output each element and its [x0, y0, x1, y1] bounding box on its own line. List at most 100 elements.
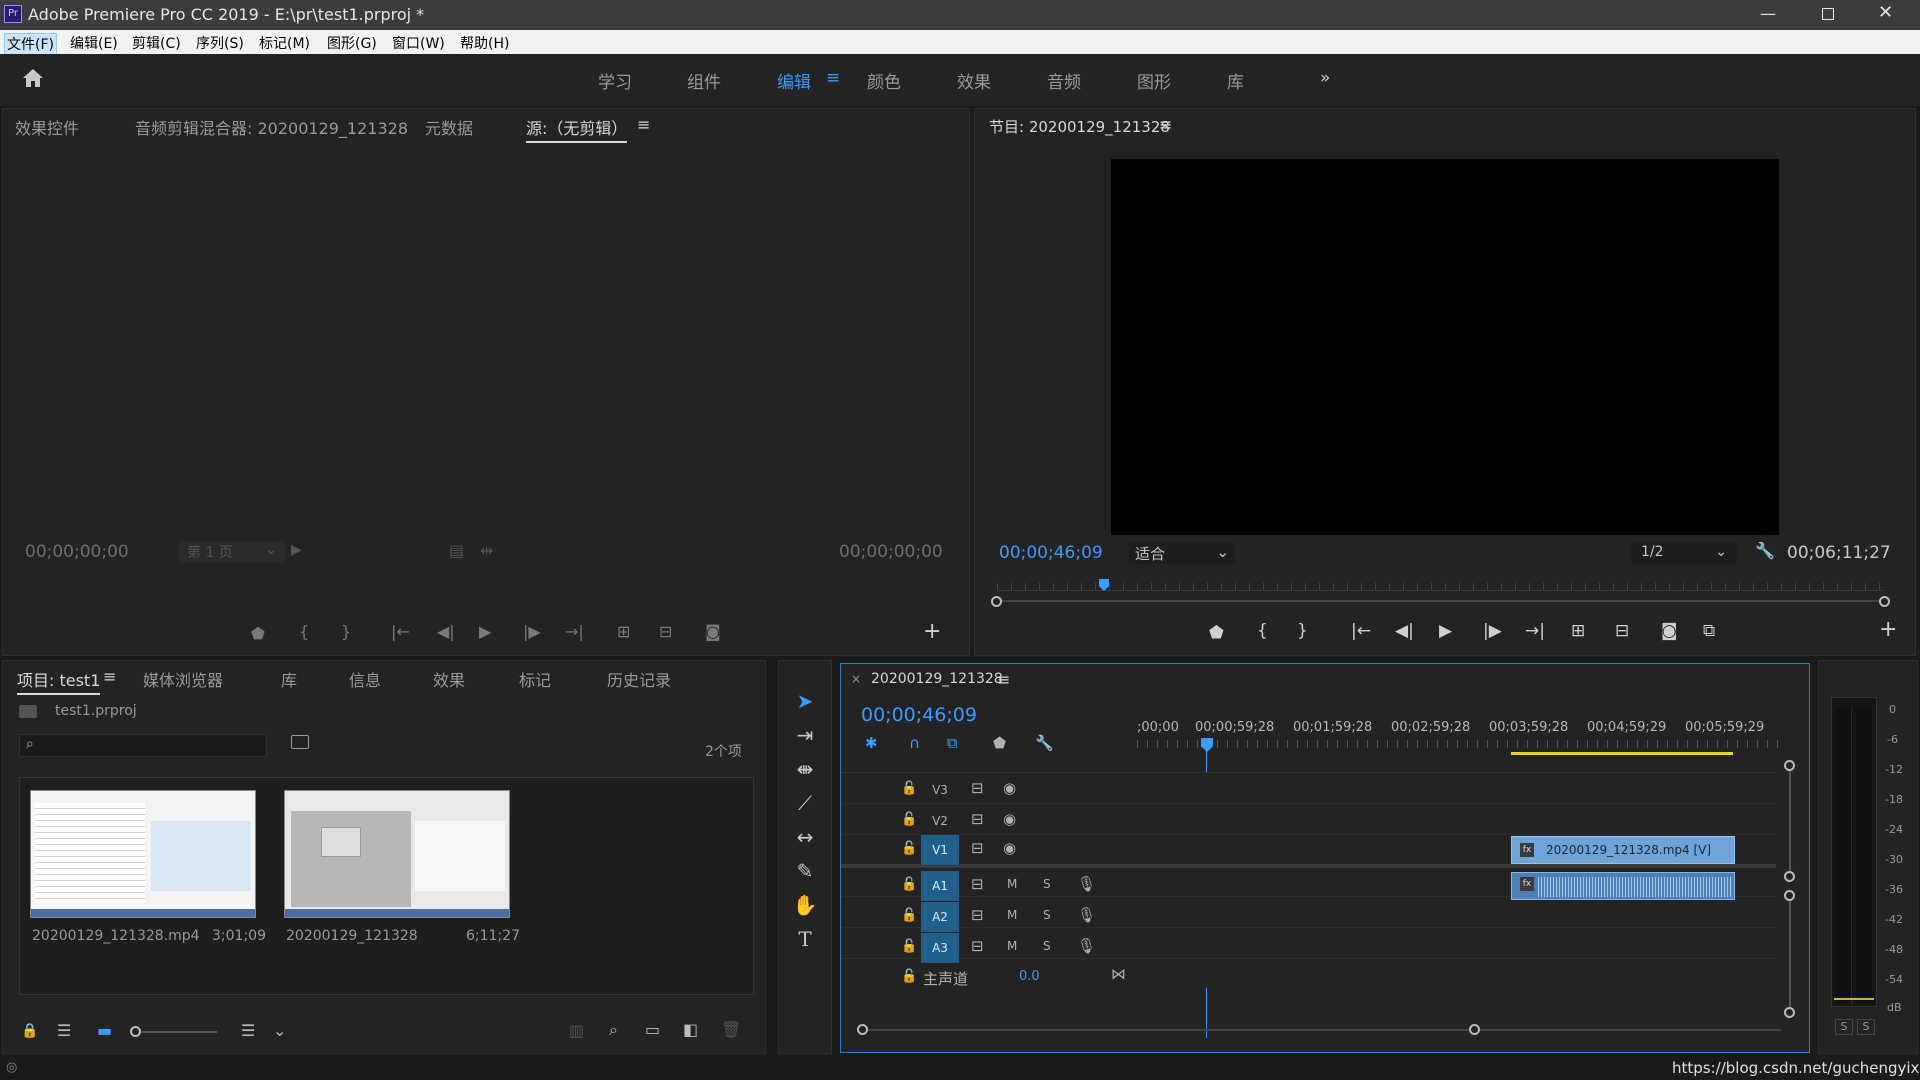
track-label[interactable]: V3 — [921, 775, 959, 805]
source-menu-icon[interactable]: ≡ — [637, 115, 650, 134]
home-icon[interactable] — [22, 68, 44, 88]
solo-toggle-icon[interactable]: S — [1043, 908, 1051, 922]
go-to-in-icon[interactable]: |← — [1351, 621, 1371, 641]
sync-lock-icon[interactable]: ⊟ — [971, 839, 984, 857]
wrench-icon[interactable]: 🔧 — [1755, 541, 1775, 560]
lock-icon[interactable]: 🔓 — [901, 908, 917, 923]
thumbnail-zoom-slider[interactable] — [133, 1031, 217, 1033]
comparison-view-icon[interactable]: ⧉ — [1703, 621, 1715, 641]
close-icon[interactable]: ✕ — [1878, 2, 1893, 23]
tab-effects[interactable]: 效果 — [433, 667, 465, 691]
a-scroll-handle[interactable] — [1784, 1007, 1795, 1018]
new-item-icon[interactable]: ◧ — [683, 1020, 698, 1039]
restore-icon[interactable] — [1822, 8, 1834, 20]
sync-lock-icon[interactable]: ⊟ — [971, 779, 984, 797]
playhead-handle[interactable] — [1201, 738, 1213, 752]
menu-edit[interactable]: 编辑(E) — [68, 33, 120, 53]
insert-icon[interactable]: ⊞ — [617, 622, 630, 641]
pen-tool-icon[interactable]: ✎ — [785, 857, 825, 885]
slip-tool-icon[interactable]: ↔ — [785, 823, 825, 851]
sequence-title[interactable]: 20200129_121328 — [871, 671, 1003, 687]
clear-icon[interactable]: 🗑 — [721, 1020, 741, 1039]
tab-project[interactable]: 项目: test1 — [17, 667, 101, 695]
page-next-icon[interactable]: ▶ — [291, 542, 302, 558]
add-button-icon[interactable]: + — [923, 619, 941, 644]
track-select-tool-icon[interactable]: ⇥ — [785, 721, 825, 749]
overwrite-icon[interactable]: ⊟ — [659, 622, 672, 641]
razor-tool-icon[interactable]: ⟋ — [785, 789, 825, 817]
new-search-bin-icon[interactable] — [291, 735, 309, 749]
menu-clip[interactable]: 剪辑(C) — [130, 33, 183, 53]
microphone-icon[interactable]: 🎙 — [1077, 937, 1096, 955]
tab-markers[interactable]: 标记 — [519, 667, 551, 691]
h-zoom-handle[interactable] — [1469, 1024, 1480, 1035]
mute-toggle-icon[interactable]: M — [1007, 877, 1017, 891]
hand-tool-icon[interactable]: ✋ — [785, 891, 825, 919]
solo-toggle-icon[interactable]: S — [1043, 939, 1051, 953]
menu-help[interactable]: 帮助(H) — [458, 33, 511, 53]
find-icon[interactable]: ⌕ — [609, 1020, 618, 1040]
sync-lock-icon[interactable]: ⊟ — [971, 810, 984, 828]
microphone-icon[interactable]: 🎙 — [1077, 875, 1096, 893]
extract-icon[interactable]: ⊟ — [1615, 621, 1629, 641]
program-zoom-bar[interactable] — [997, 600, 1883, 602]
slider-handle[interactable] — [130, 1026, 141, 1037]
search-input[interactable]: ⌕ — [19, 734, 267, 757]
work-area-bar[interactable] — [1511, 752, 1733, 755]
source-trim-icon[interactable]: ⇹ — [480, 541, 493, 560]
workspace-effects[interactable]: 效果 — [957, 68, 991, 93]
track-label[interactable]: A2 — [921, 902, 959, 932]
timeline-menu-icon[interactable]: ≡ — [997, 670, 1010, 689]
program-menu-icon[interactable]: ≡ — [1159, 115, 1172, 134]
track-label[interactable]: A3 — [921, 933, 959, 963]
mark-out-icon[interactable]: } — [1297, 621, 1308, 641]
resolution-dropdown[interactable]: 1/2 ⌄ — [1631, 542, 1737, 564]
tab-history[interactable]: 历史记录 — [607, 667, 671, 691]
workspace-libraries[interactable]: 库 — [1227, 68, 1244, 93]
video-clip[interactable]: fx 20200129_121328.mp4 [V] — [1511, 836, 1735, 864]
automate-sequence-icon[interactable]: ▥ — [569, 1021, 584, 1040]
mark-in-icon[interactable]: { — [1257, 621, 1268, 641]
lock-icon[interactable]: 🔓 — [901, 969, 917, 984]
v-scroll-handle[interactable] — [1784, 871, 1795, 882]
track-label[interactable]: V1 — [921, 835, 959, 865]
step-back-icon[interactable]: ◀| — [1395, 621, 1414, 641]
nest-icon[interactable]: ✱ — [865, 734, 878, 752]
track-label[interactable]: A1 — [921, 871, 959, 901]
menu-window[interactable]: 窗口(W) — [390, 33, 447, 53]
ripple-edit-tool-icon[interactable]: ⇼ — [785, 755, 825, 783]
menu-file[interactable]: 文件(F) — [4, 33, 57, 55]
lift-icon[interactable]: ⊞ — [1571, 621, 1585, 641]
play-icon[interactable]: ▶ — [479, 622, 491, 641]
step-back-icon[interactable]: ◀| — [437, 622, 455, 641]
step-forward-icon[interactable]: |▶ — [523, 622, 541, 641]
zoom-handle-left[interactable] — [991, 596, 1002, 607]
lock-icon[interactable]: 🔒 — [21, 1023, 38, 1039]
tab-effect-controls[interactable]: 效果控件 — [15, 115, 79, 139]
timeline-settings-icon[interactable]: 🔧 — [1035, 734, 1054, 752]
type-tool-icon[interactable]: T — [785, 925, 825, 953]
mark-in-icon[interactable]: { — [299, 622, 309, 641]
track-label[interactable]: V2 — [921, 806, 959, 836]
program-timecode-current[interactable]: 00;00;46;09 — [999, 543, 1103, 563]
v-scroll-bar[interactable] — [1789, 764, 1791, 874]
microphone-icon[interactable]: 🎙 — [1077, 906, 1096, 924]
lock-icon[interactable]: 🔓 — [901, 939, 917, 954]
lock-icon[interactable]: 🔓 — [901, 812, 917, 827]
tab-metadata[interactable]: 元数据 — [425, 115, 473, 139]
h-zoom-bar[interactable] — [863, 1029, 1781, 1031]
minimize-icon[interactable]: — — [1760, 4, 1776, 23]
sequence-item-thumb[interactable] — [284, 790, 510, 918]
menu-sequence[interactable]: 序列(S) — [194, 33, 246, 53]
tab-audio-clip-mixer[interactable]: 音频剪辑混合器: 20200129_121328 — [135, 115, 408, 139]
audio-clip[interactable]: fx — [1511, 872, 1735, 900]
tab-media-browser[interactable]: 媒体浏览器 — [143, 667, 223, 691]
a-scroll-bar[interactable] — [1789, 894, 1791, 1010]
eye-icon[interactable]: ◉ — [1003, 779, 1016, 797]
lock-icon[interactable]: 🔓 — [901, 841, 917, 856]
tab-source[interactable]: 源:（无剪辑） — [526, 115, 628, 143]
program-title[interactable]: 节目: 20200129_121328 — [989, 116, 1170, 137]
eye-icon[interactable]: ◉ — [1003, 839, 1016, 857]
master-pan-icon[interactable]: ⋈ — [1111, 965, 1126, 983]
workspace-audio[interactable]: 音频 — [1047, 68, 1081, 93]
